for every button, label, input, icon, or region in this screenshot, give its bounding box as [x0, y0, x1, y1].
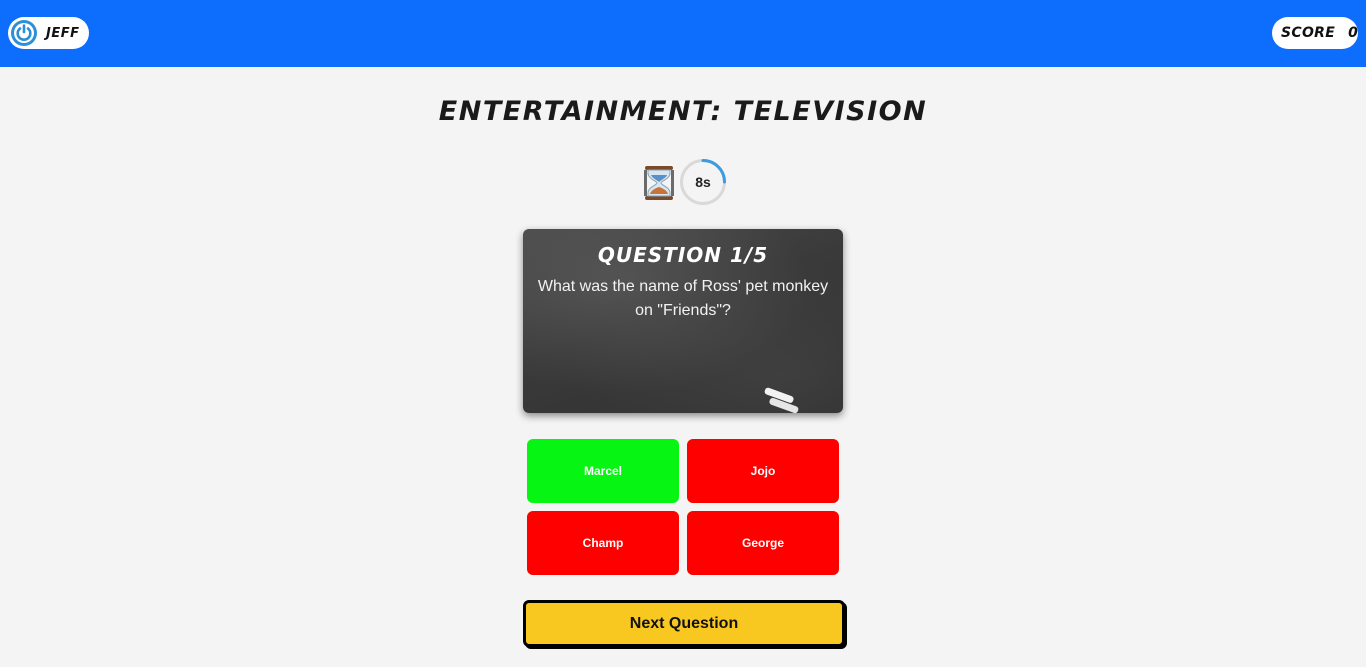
score-value: 0 [1348, 25, 1358, 41]
category-title: ENTERTAINMENT: TELEVISION [438, 96, 928, 127]
chalk-icon [764, 387, 799, 413]
question-card: QUESTION 1/5 What was the name of Ross' … [523, 229, 843, 413]
timer: 8s [679, 158, 727, 206]
username: JEFF [46, 25, 80, 41]
question-text: What was the name of Ross' pet monkey on… [537, 278, 829, 319]
answer-label: Champ [582, 536, 624, 550]
next-question-label: Next Question [629, 614, 739, 632]
answer-button-1[interactable]: Marcel [527, 439, 679, 503]
answer-label: Marcel [583, 464, 623, 478]
question-number: QUESTION 1/5 [597, 243, 769, 267]
answer-label: Jojo [750, 464, 776, 478]
score-badge: SCORE 0 [1272, 17, 1358, 49]
top-bar: JEFF SCORE 0 [0, 0, 1366, 67]
answer-button-4[interactable]: George [687, 511, 839, 575]
user-badge: JEFF [8, 17, 89, 49]
answer-button-2[interactable]: Jojo [687, 439, 839, 503]
score-label: SCORE [1281, 25, 1336, 41]
next-question-button[interactable]: Next Question [523, 600, 845, 647]
hourglass-icon [644, 166, 674, 200]
answer-button-3[interactable]: Champ [527, 511, 679, 575]
timer-text: 8s [695, 174, 711, 190]
answer-label: George [741, 536, 784, 550]
power-icon[interactable] [10, 19, 38, 47]
